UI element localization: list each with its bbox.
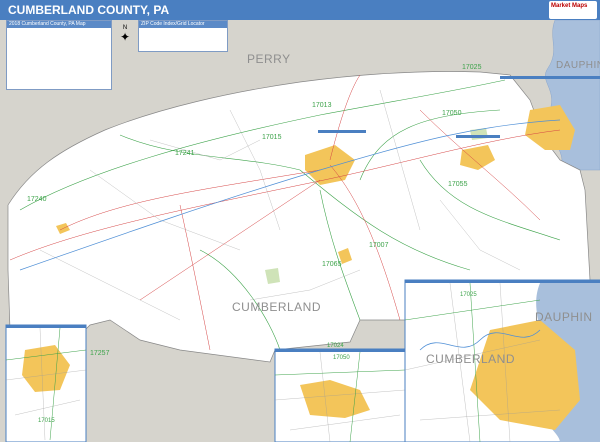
- zip-label: 17055: [448, 181, 468, 188]
- inset-left: [5, 324, 87, 442]
- map-legend: 2018 Cumberland County, PA Map: [6, 20, 112, 90]
- zip-label: 17025: [460, 292, 477, 298]
- zip-locator: ZIP Code Index/Grid Locator: [138, 20, 228, 52]
- map-header: CUMBERLAND COUNTY, PA Market Maps: [0, 0, 600, 20]
- zip-label: 17007: [369, 242, 389, 249]
- zip-label: 17050: [333, 355, 350, 361]
- zip-label: 17257: [90, 350, 110, 357]
- county-label-dauphin-inset: DAUPHIN: [535, 310, 593, 324]
- zip-locator-title: ZIP Code Index/Grid Locator: [139, 21, 227, 28]
- county-label-cumberland-inset: CUMBERLAND: [426, 352, 516, 366]
- county-label-perry: PERRY: [247, 52, 291, 66]
- publisher-logo: Market Maps: [549, 1, 597, 19]
- logo-text: Market Maps: [551, 3, 588, 9]
- zip-label: 17240: [27, 196, 47, 203]
- zip-label: 17015: [38, 418, 55, 424]
- grid-bar: [456, 135, 500, 138]
- county-label-dauphin: DAUPHIN: [556, 60, 600, 71]
- compass-icon: ✦: [119, 30, 131, 44]
- map-title: CUMBERLAND COUNTY, PA: [8, 3, 170, 17]
- zip-label: 17065: [322, 261, 342, 268]
- zip-label: 17050: [442, 110, 462, 117]
- zip-label: 17025: [462, 64, 482, 71]
- compass-rose: N ✦: [117, 25, 133, 49]
- zip-label: 17015: [262, 134, 282, 141]
- legend-title: 2018 Cumberland County, PA Map: [7, 21, 111, 28]
- inset-middle: [274, 348, 406, 442]
- zip-label: 17013: [312, 102, 332, 109]
- grid-bar: [318, 130, 366, 133]
- zip-label: 17241: [175, 150, 195, 157]
- zip-label: 17024: [327, 343, 344, 349]
- grid-bar: [500, 76, 600, 79]
- county-label-cumberland: CUMBERLAND: [232, 300, 322, 314]
